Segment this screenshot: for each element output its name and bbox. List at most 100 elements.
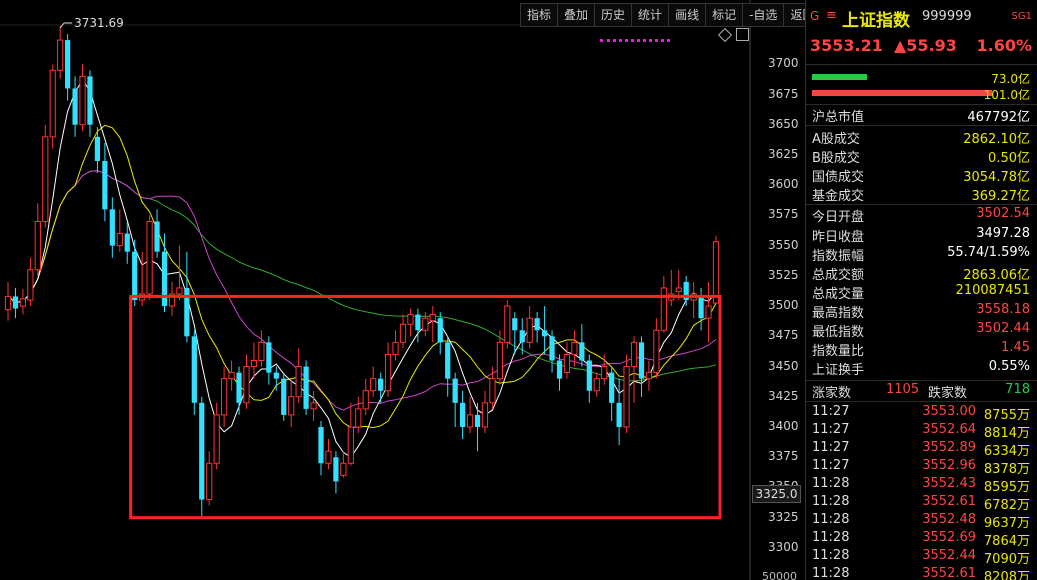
stat-label: 国债成交: [812, 170, 865, 185]
stat-label: 上证换手: [812, 363, 865, 378]
kline-chart-area[interactable]: 3731.69 指标叠加历史统计画线标记-自选返回 3700 3675 3650 36…: [0, 0, 805, 580]
tick-row: 11:28 3552.44 7090万: [806, 548, 1037, 567]
stat-value: 0.50亿: [988, 151, 1030, 166]
tick-row: 11:27 3552.89 6334万: [806, 440, 1037, 459]
candle-body-up: [347, 426, 354, 464]
candle-body-up: [228, 372, 235, 380]
stat-label: 沪总市值: [812, 110, 865, 125]
candle-body-up: [623, 366, 630, 428]
stat-label: 昨日收盘: [812, 230, 865, 245]
candle-body-up: [206, 462, 213, 501]
candle-body-up: [27, 269, 34, 301]
index-name: 上证指数: [842, 11, 910, 31]
toolbar-button-4[interactable]: 画线: [669, 4, 707, 26]
y-tick-label: 3700: [768, 56, 799, 71]
candle-body-up: [176, 287, 183, 295]
tick-row: 11:28 3552.61 8208万: [806, 566, 1037, 580]
y-tick-label: 3500: [768, 298, 799, 313]
stat-label: 今日开盘: [812, 210, 865, 225]
candle-body-up: [660, 287, 667, 331]
toolbar-button-1[interactable]: 叠加: [558, 4, 596, 26]
candle-body-down: [333, 457, 339, 482]
candle-body-down: [281, 378, 287, 415]
candle-body-up: [295, 366, 302, 398]
kline-chart[interactable]: 3731.69: [0, 0, 805, 580]
y-tick-label: 3300: [768, 539, 799, 554]
tick-price: 3552.96: [922, 458, 976, 473]
stat-label: 总成交额: [812, 268, 865, 283]
candle-body-down: [87, 76, 93, 125]
maximize-icon[interactable]: [736, 28, 749, 41]
y-tick-label: 3525: [768, 267, 799, 282]
candle-body-up: [399, 323, 407, 343]
candle-body-down: [586, 360, 592, 391]
tick-time: 11:27: [812, 404, 850, 419]
stat-row: 昨日收盘 3497.28: [806, 226, 1037, 245]
toolbar-button-2[interactable]: 历史: [595, 4, 633, 26]
candle-body-down: [273, 372, 279, 379]
candle-body-down: [318, 427, 324, 464]
y-tick-label: 3550: [768, 237, 799, 252]
tick-volume: 7090万: [983, 552, 1030, 567]
low-price-marker: 3325.0: [752, 485, 801, 503]
candle-body-up: [407, 314, 414, 325]
candle-body-down: [616, 402, 622, 427]
candle-body-up: [34, 220, 41, 271]
candle-body-up: [422, 317, 429, 331]
tick-price: 3552.61: [922, 494, 976, 509]
tick-price: 3552.69: [922, 530, 976, 545]
stat-row: 上证换手 0.55%: [806, 359, 1037, 378]
candle-body-up: [526, 317, 533, 343]
stat-label: B股成交: [812, 151, 860, 166]
inflow-bar-green: [812, 74, 867, 80]
y-tick-label: 3600: [768, 177, 799, 192]
down-count: 718: [1005, 382, 1030, 397]
candle-body-down: [519, 330, 525, 343]
up-count: 1105: [886, 382, 920, 397]
candle-body-up: [116, 233, 123, 247]
candle-body-down: [94, 136, 101, 161]
stat-row: 今日开盘 3502.54: [806, 206, 1037, 225]
candle-body-up: [466, 414, 474, 428]
candle-body-down: [445, 342, 451, 379]
candle-body-up: [221, 378, 228, 416]
stat-value: 2863.06亿: [963, 268, 1030, 283]
high-price-label: 3731.69: [74, 16, 124, 30]
menu-icon[interactable]: ≡: [826, 8, 837, 23]
candle-body-down: [437, 318, 443, 343]
candle-body-up: [42, 136, 49, 222]
candle-body-up: [630, 341, 638, 368]
stat-row: 指数量比 1.45: [806, 340, 1037, 359]
candle-body-up: [250, 360, 258, 368]
ma60-line: [7, 170, 717, 382]
tick-time: 11:28: [812, 530, 850, 545]
market-flag: G: [810, 9, 820, 23]
overlay-legend-dots: [600, 39, 670, 48]
stat-row: 指数振幅 55.74/1.59%: [806, 245, 1037, 264]
candle-body-down: [512, 318, 518, 331]
candle-body-up: [645, 372, 653, 380]
candle-body-up: [340, 462, 347, 476]
tick-time: 11:27: [812, 440, 850, 455]
candle-body-up: [325, 450, 332, 464]
candle-body-down: [199, 402, 205, 500]
toolbar-button-5[interactable]: 标记: [706, 4, 744, 26]
candle-body-down: [12, 296, 19, 309]
candle-body-up: [563, 353, 571, 374]
candle-body-up: [19, 298, 27, 307]
candle-body-up: [79, 75, 86, 126]
candle-body-down: [541, 330, 548, 337]
toolbar-button-7[interactable]: 返回: [784, 4, 805, 26]
tick-time: 11:27: [812, 458, 850, 473]
toolbar-button-0[interactable]: 指标: [521, 4, 559, 26]
candle-body-up: [429, 314, 436, 322]
inflow-bar-value: 73.0亿: [991, 72, 1030, 86]
sg1-badge[interactable]: SG1: [1012, 11, 1032, 22]
stat-label: 指数振幅: [812, 249, 865, 264]
stat-row: A股成交 2862.10亿: [806, 128, 1037, 147]
toolbar-button-3[interactable]: 统计: [632, 4, 670, 26]
toolbar-button-6[interactable]: -自选: [743, 4, 785, 26]
stat-row: 沪总市值 467792亿: [806, 106, 1037, 125]
stat-value: 3054.78亿: [963, 170, 1030, 185]
stat-value: 3502.44: [976, 321, 1030, 336]
